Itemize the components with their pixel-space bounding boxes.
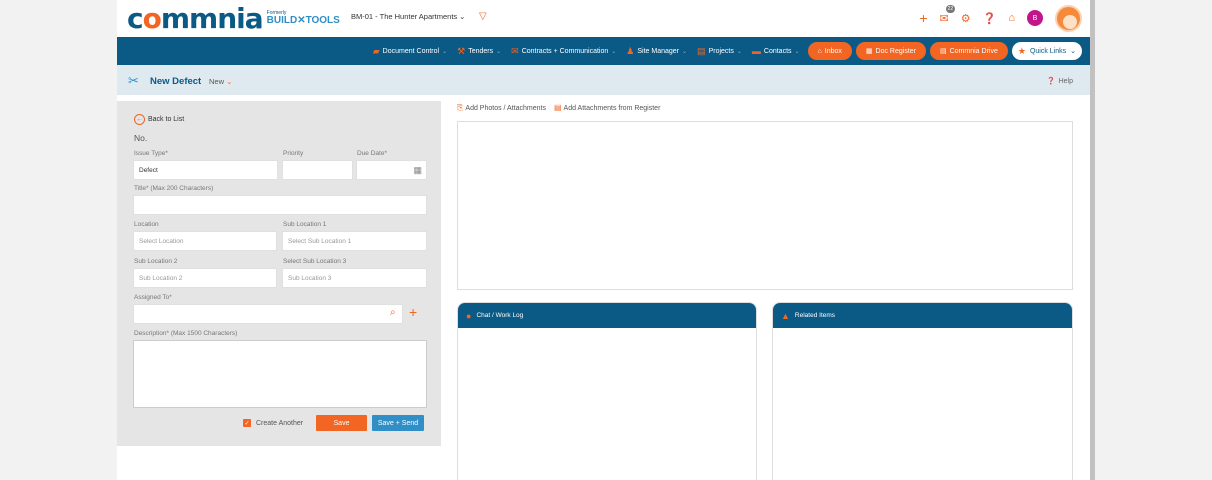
paperclip-icon: ⎘ (457, 103, 464, 112)
location-label: Location (134, 221, 159, 228)
issue-type-select[interactable]: Defect (133, 160, 278, 180)
create-another-checkbox[interactable]: ✓ Create Another (243, 419, 303, 427)
nav-tenders[interactable]: ⚒ Tenders ⌄ (457, 46, 501, 57)
register-icon: ▤ (553, 103, 562, 112)
chat-panel-title: Chat / Work Log (476, 312, 524, 319)
page-scrollbar[interactable] (1090, 0, 1095, 480)
nav-document-control[interactable]: ▰ Document Control ⌄ (373, 46, 447, 57)
tools-icon: ✂ (128, 73, 139, 88)
sub-location-2-label: Sub Location 2 (134, 258, 178, 265)
sub-location-1-label: Sub Location 1 (283, 221, 327, 228)
defect-form: ← Back to List No. Issue Type* Defect Pr… (117, 101, 441, 446)
title-label: Title* (Max 200 Characters) (134, 185, 214, 192)
drive-icon: ▤ (940, 48, 947, 55)
workers-icon: ♟ (626, 45, 635, 56)
title-input[interactable] (133, 195, 427, 215)
chevron-down-icon: ⌄ (442, 48, 448, 55)
page-title-bar: ✂ New Defect New ⌄ ❓ Help (117, 65, 1090, 95)
save-button[interactable]: Save (316, 415, 367, 431)
sub-location-3-select[interactable]: Sub Location 3 (282, 268, 427, 288)
description-label: Description* (Max 1500 Characters) (134, 330, 238, 337)
nav-projects[interactable]: ▤ Projects ⌄ (697, 46, 742, 57)
due-date-label: Due Date* (357, 150, 387, 157)
logo-wordmark: commnia (127, 1, 264, 35)
hierarchy-icon: ▲ (781, 310, 790, 321)
chevron-down-icon: ⌄ (794, 48, 800, 55)
doc-register-button[interactable]: ▦ Doc Register (855, 42, 926, 60)
star-icon: ★ (1017, 45, 1026, 56)
envelope-icon: ✉ (511, 45, 519, 56)
page-title: New Defect (150, 76, 202, 87)
due-date-input[interactable]: ▦ (356, 160, 427, 180)
commnia-drive-button[interactable]: ▤ Commnia Drive (930, 42, 1008, 60)
help-link[interactable]: ❓ Help (1046, 77, 1073, 86)
attachment-dropzone[interactable] (457, 121, 1073, 290)
logo-buildtools: BUILD✕TOOLS (266, 14, 340, 26)
calendar-icon[interactable]: ▦ (413, 165, 422, 176)
description-textarea[interactable] (133, 340, 427, 408)
chat-icon: ● (466, 310, 472, 321)
mail-icon[interactable]: ✉ 22 (940, 4, 956, 25)
sub-location-2-select[interactable]: Sub Location 2 (133, 268, 277, 288)
related-panel-title: Related Items (794, 312, 836, 319)
chevron-down-icon: ⌄ (496, 48, 502, 55)
chevron-down-icon: ⌄ (459, 12, 466, 21)
chevron-down-icon: ⌄ (226, 77, 233, 86)
related-items-panel: ▲ Related Items (772, 302, 1073, 480)
home-icon[interactable]: ⌂ (1008, 12, 1015, 24)
back-arrow-icon: ← (134, 114, 145, 125)
number-label: No. (134, 133, 148, 143)
mail-count-badge: 22 (945, 4, 956, 13)
checkmark-icon: ✓ (243, 419, 251, 427)
assigned-to-label: Assigned To* (134, 294, 172, 301)
save-send-button[interactable]: Save + Send (372, 415, 424, 431)
help-circle-icon: ❓ (1046, 78, 1056, 85)
folder-icon: ▰ (372, 45, 380, 56)
add-assignee-icon[interactable]: + (409, 304, 417, 320)
nav-contracts[interactable]: ✉ Contracts + Communication ⌄ (511, 46, 616, 57)
nav-contacts[interactable]: ▬ Contacts ⌄ (752, 46, 800, 56)
commnia-logo[interactable]: commnia Formerly BUILD✕TOOLS (127, 1, 340, 35)
chevron-down-icon: ⌄ (1070, 48, 1076, 55)
project-name: BM-01 - The Hunter Apartments (351, 12, 458, 21)
register-icon: ▦ (865, 48, 873, 55)
quick-links-button[interactable]: ★ Quick Links ⌄ (1011, 42, 1082, 60)
inbox-button[interactable]: ⌂ Inbox (807, 42, 852, 60)
add-photos-link[interactable]: ⎘ Add Photos / Attachments (457, 103, 546, 113)
top-bar: commnia Formerly BUILD✕TOOLS BM-01 - The… (117, 0, 1090, 37)
app-window: commnia Formerly BUILD✕TOOLS BM-01 - The… (117, 0, 1090, 480)
issue-type-label: Issue Type* (134, 150, 168, 157)
nav-site-manager[interactable]: ♟ Site Manager ⌄ (626, 46, 687, 57)
briefcase-icon: ▤ (697, 45, 706, 56)
chat-work-log-panel: ● Chat / Work Log (457, 302, 757, 480)
location-select[interactable]: Select Location (133, 231, 277, 251)
priority-select[interactable] (282, 160, 353, 180)
status-dropdown[interactable]: New ⌄ (209, 77, 232, 86)
chat-icon: ▬ (751, 46, 761, 56)
priority-label: Priority (283, 150, 304, 157)
sub-location-3-label: Select Sub Location 3 (283, 258, 347, 265)
main-nav: ▰ Document Control ⌄ ⚒ Tenders ⌄ ✉ Contracts … (117, 37, 1090, 65)
chevron-down-icon: ⌄ (682, 48, 688, 55)
assigned-to-input[interactable] (133, 304, 403, 324)
project-selector[interactable]: BM-01 - The Hunter Apartments ⌄ (351, 12, 465, 21)
chevron-down-icon: ⌄ (736, 48, 742, 55)
chevron-down-icon: ⌄ (611, 48, 617, 55)
attachment-toolbar: ⎘ Add Photos / Attachments ▤ Add Attachmen… (457, 103, 660, 113)
user-initial-badge[interactable]: B (1027, 10, 1043, 26)
sub-location-1-select[interactable]: Select Sub Location 1 (282, 231, 427, 251)
back-to-list-link[interactable]: ← Back to List (134, 114, 184, 125)
inbox-icon: ⌂ (817, 47, 822, 55)
gear-icon[interactable]: ⚙ (961, 12, 971, 25)
help-circle-icon[interactable]: ❓ (983, 12, 997, 25)
avatar[interactable] (1055, 4, 1082, 32)
add-from-register-link[interactable]: ▤ Add Attachments from Register (554, 103, 660, 113)
filter-icon[interactable]: ▽ (479, 11, 487, 22)
search-icon[interactable]: ⌕ (390, 307, 396, 318)
add-icon[interactable]: + (919, 10, 927, 26)
hammer-icon: ⚒ (457, 45, 466, 56)
